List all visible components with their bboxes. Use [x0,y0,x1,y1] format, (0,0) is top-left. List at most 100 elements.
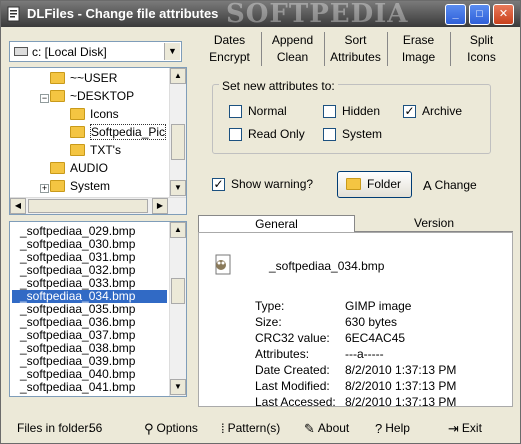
tree-item-softpedia-pic[interactable]: Softpedia_Pic [70,124,167,143]
folder-button-label: Folder [367,177,402,191]
tab-divider [387,32,388,49]
file-list[interactable]: _softpediaa_029.bmp _softpediaa_030.bmp … [9,221,187,397]
tab-divider [261,49,262,66]
archive-checkbox[interactable]: ✓ [403,105,416,118]
folder-icon [50,162,65,174]
show-warning-checkbox[interactable]: ✓ [212,178,225,191]
scroll-up-icon[interactable]: ▲ [170,68,186,84]
tab-icons[interactable]: Icons [450,49,513,66]
show-warning-label: Show warning? [231,177,314,191]
tab-split[interactable]: Split [450,32,513,49]
tab-divider [324,49,325,66]
change-icon: A [423,178,432,193]
exit-label: Exit [461,421,482,435]
about-label: About [317,421,350,435]
drive-select-value: c: [Local Disk] [32,45,107,59]
help-button[interactable]: ? Help [375,421,410,436]
tree-item-label: Softpedia_Pic [90,124,167,140]
tab-divider [261,32,262,49]
tree-vertical-scrollbar[interactable]: ▲ ▼ [169,68,186,197]
list-item[interactable]: _softpediaa_041.bmp [12,381,135,394]
tab-image[interactable]: Image [387,49,450,66]
tab-divider [324,32,325,49]
tree-item-desktop[interactable]: ~DESKTOP [50,89,134,107]
about-icon: ✎ [304,421,315,436]
scroll-thumb[interactable] [28,199,148,213]
prop-modified-value: 8/2/2010 1:37:13 PM [345,379,457,393]
read-only-checkbox[interactable] [229,128,242,141]
app-window: DLFiles - Change file attributes SOFTPED… [0,0,521,444]
close-button[interactable]: ✕ [493,4,514,25]
tab-attributes[interactable]: Attributes [324,49,387,66]
archive-label: Archive [422,104,463,118]
gimp-file-icon [215,254,231,275]
read-only-label: Read Only [248,127,305,141]
scroll-left-icon[interactable]: ◀ [10,198,26,214]
prop-accessed-value: 8/2/2010 1:37:13 PM [345,395,457,409]
collapse-icon[interactable]: − [40,94,49,103]
scroll-thumb[interactable] [171,124,185,160]
tree-item-system[interactable]: System [50,179,110,197]
attributes-panel: Set new attributes to: Normal Hidden ✓ A… [198,70,513,205]
tab-clean[interactable]: Clean [261,49,324,66]
exit-icon: ⇥ [448,421,459,436]
scroll-down-icon[interactable]: ▼ [170,180,186,196]
tab-erase[interactable]: Erase [387,32,450,49]
tree-item-label: TXT's [90,143,121,157]
chevron-down-icon[interactable]: ▼ [164,43,180,60]
scroll-down-icon[interactable]: ▼ [170,379,186,395]
files-in-folder-label: Files in folder: [17,421,92,435]
folder-tree[interactable]: ~~USER − ~DESKTOP Icons Softpedia_Pic TX… [9,67,187,215]
normal-checkbox[interactable] [229,105,242,118]
tab-version[interactable]: Version [355,215,513,232]
scroll-up-icon[interactable]: ▲ [170,222,186,238]
tab-sort[interactable]: Sort [324,32,387,49]
drive-select[interactable]: c: [Local Disk] ▼ [9,41,182,62]
prop-attributes-label: Attributes: [255,347,310,361]
system-checkbox[interactable] [323,128,336,141]
hidden-checkbox[interactable] [323,105,336,118]
folder-open-icon [50,90,65,102]
window-title: DLFiles - Change file attributes [27,6,219,21]
prop-modified-label: Last Modified: [255,379,330,393]
tree-item-icons[interactable]: Icons [70,107,119,125]
tree-item-user[interactable]: ~~USER [50,71,117,89]
tab-general[interactable]: General [198,215,355,232]
status-bar: Files in folder: 56 ⚲ Options ⁞ Pattern(s)… [1,408,520,443]
prop-crc-label: CRC32 value: [255,331,330,345]
tree-item-txts[interactable]: TXT's [70,143,121,161]
prop-size-label: Size: [255,315,282,329]
tree-horizontal-scrollbar[interactable]: ◀ ▶ [10,197,186,214]
tree-item-label: Icons [90,107,119,121]
help-icon: ? [375,421,383,436]
minimize-button[interactable]: _ [445,4,466,25]
tab-dates[interactable]: Dates [198,32,261,49]
patterns-label: Pattern(s) [227,421,281,435]
patterns-icon: ⁞ [221,421,225,436]
scroll-thumb[interactable] [171,278,185,304]
prop-attributes-value: ---a----- [345,347,384,361]
scroll-right-icon[interactable]: ▶ [152,198,168,214]
exit-button[interactable]: ⇥ Exit [448,421,482,437]
folder-icon [346,178,361,190]
folder-button[interactable]: Folder [337,171,412,198]
options-button[interactable]: ⚲ Options [144,421,198,437]
expand-icon[interactable]: + [40,184,49,193]
drive-icon [14,47,28,56]
tree-item-audio[interactable]: AUDIO [50,161,108,179]
patterns-button[interactable]: ⁞ Pattern(s) [221,421,280,436]
about-button[interactable]: ✎ About [304,421,349,437]
tab-encrypt[interactable]: Encrypt [198,49,261,66]
info-filename: _softpediaa_034.bmp [269,259,385,273]
title-bar[interactable]: DLFiles - Change file attributes SOFTPED… [1,0,520,29]
change-button-label: Change [434,178,477,192]
tab-append[interactable]: Append [261,32,324,49]
prop-crc-value: 6EC4AC45 [345,331,406,345]
normal-label: Normal [248,104,287,118]
system-label: System [342,127,383,141]
folder-icon [70,108,85,120]
maximize-button[interactable]: □ [469,4,490,25]
change-button[interactable]: A Change [423,178,477,193]
attributes-group-title: Set new attributes to: [219,79,338,93]
file-list-scrollbar[interactable]: ▲ ▼ [169,222,186,396]
